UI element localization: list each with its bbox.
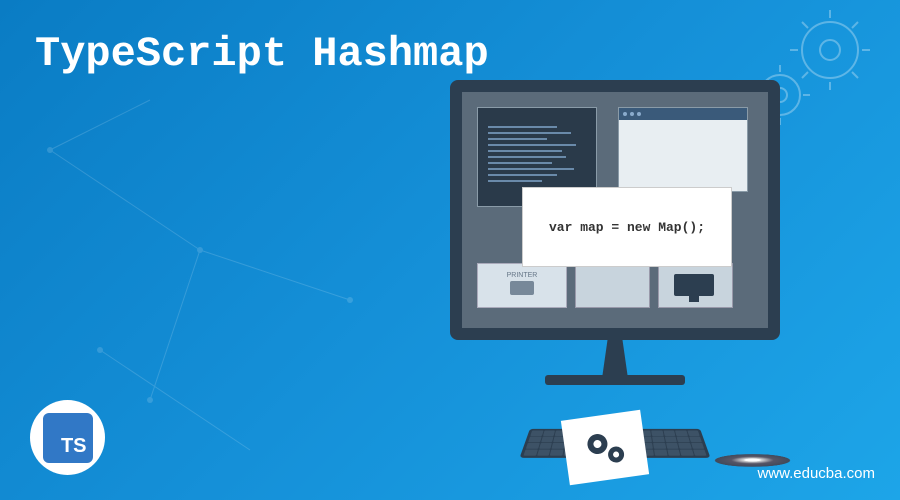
paper-illustration [561,410,649,486]
app-window [618,107,748,192]
typescript-logo: TS [43,413,93,463]
website-url: www.educba.com [757,465,875,482]
screen-content: var map = new Map(); PRINTER [462,92,768,328]
monitor-screen: var map = new Map(); PRINTER [450,80,780,340]
bottom-panels: PRINTER [477,263,753,318]
monitor-illustration: var map = new Map(); PRINTER [450,80,780,385]
typescript-badge: TS [30,400,105,475]
printer-panel: PRINTER [477,263,567,308]
gears-icon [577,424,632,471]
monitor-base [545,375,685,385]
small-panel-2 [658,263,733,308]
monitor-stand [590,340,640,375]
page-title: TypeScript Hashmap [35,30,489,78]
small-panel-1 [575,263,650,308]
code-snippet-popup: var map = new Map(); [522,187,732,267]
